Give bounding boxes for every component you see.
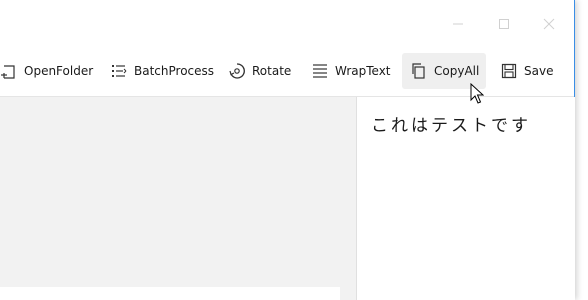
toolbar: OpenFolder BatchProcess Rotate WrapText … [0, 46, 574, 97]
mouse-cursor-icon [470, 83, 484, 104]
wrap-text-label: WrapText [335, 64, 391, 78]
image-preview-pane [0, 97, 356, 300]
rotate-button[interactable]: Rotate [228, 53, 291, 89]
maximize-button[interactable] [496, 16, 512, 32]
batch-process-label: BatchProcess [134, 64, 215, 78]
batch-process-button[interactable]: BatchProcess [110, 53, 214, 89]
close-icon [543, 18, 555, 30]
wrap-text-button[interactable]: WrapText [311, 53, 391, 89]
rotate-icon [229, 63, 245, 79]
copy-all-label: CopyAll [434, 64, 480, 78]
open-folder-button[interactable]: OpenFolder [0, 53, 93, 89]
minimize-icon [453, 23, 463, 25]
status-strip [0, 287, 340, 300]
close-button[interactable] [541, 16, 557, 32]
open-folder-icon [1, 65, 15, 79]
copy-icon [412, 63, 425, 79]
text-output-pane[interactable]: これはテストです [356, 97, 575, 300]
extracted-text: これはテストです [371, 116, 531, 136]
rotate-label: Rotate [252, 64, 292, 78]
app-window: OpenFolder BatchProcess Rotate WrapText … [0, 0, 575, 300]
save-icon [501, 63, 517, 79]
batch-process-icon [112, 65, 127, 77]
maximize-icon [499, 19, 509, 29]
minimize-button[interactable] [450, 16, 466, 32]
save-button[interactable]: Save [500, 53, 553, 89]
open-folder-label: OpenFolder [24, 64, 94, 78]
save-label: Save [524, 64, 554, 78]
wrap-text-icon [313, 64, 327, 78]
title-bar [0, 0, 574, 46]
